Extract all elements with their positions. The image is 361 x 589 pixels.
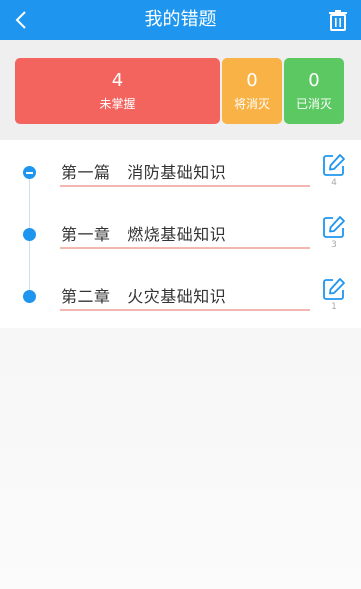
- edit-button[interactable]: [322, 215, 346, 239]
- stats-band: 4 未掌握 0 将消灭 0 已消灭: [0, 40, 361, 140]
- question-count: 4: [331, 178, 337, 188]
- list-item[interactable]: 第二章 火灾基础知识 1: [0, 264, 361, 326]
- trash-icon: [329, 10, 347, 31]
- page-title: 我的错题: [144, 9, 217, 30]
- divider: [60, 309, 310, 311]
- collapse-icon[interactable]: [23, 166, 36, 179]
- divider: [60, 185, 310, 187]
- divider: [60, 247, 310, 249]
- eliminated-stat[interactable]: 0 已消灭: [284, 58, 344, 124]
- delete-button[interactable]: [325, 6, 351, 34]
- list-item[interactable]: 第一章 燃烧基础知识 3: [0, 202, 361, 264]
- unmastered-stat[interactable]: 4 未掌握: [15, 58, 220, 124]
- eliminating-count: 0: [246, 70, 258, 91]
- edit-icon: [323, 278, 345, 300]
- eliminating-label: 将消灭: [233, 97, 270, 111]
- edit-button[interactable]: [322, 153, 346, 177]
- top-bar: 我的错题: [0, 0, 361, 40]
- chapter-list: 第一篇 消防基础知识 4 第一章 燃烧基础知识 3 第二章 火灾基础知识 1: [0, 140, 361, 328]
- question-count: 3: [331, 240, 337, 250]
- edit-button[interactable]: [322, 277, 346, 301]
- bullet-dot: [23, 228, 36, 241]
- unmastered-label: 未掌握: [99, 97, 136, 111]
- eliminated-label: 已消灭: [295, 97, 332, 111]
- bullet-dot: [23, 290, 36, 303]
- list-item[interactable]: 第一篇 消防基础知识 4: [0, 140, 361, 202]
- unmastered-count: 4: [111, 70, 124, 91]
- eliminating-stat[interactable]: 0 将消灭: [222, 58, 282, 124]
- list-item-label: 第二章 火灾基础知识: [61, 287, 227, 306]
- edit-icon: [323, 216, 345, 238]
- list-item-label: 第一章 燃烧基础知识: [61, 225, 227, 244]
- edit-icon: [323, 154, 345, 176]
- list-item-label: 第一篇 消防基础知识: [61, 163, 227, 182]
- eliminated-count: 0: [308, 70, 320, 91]
- question-count: 1: [331, 302, 337, 312]
